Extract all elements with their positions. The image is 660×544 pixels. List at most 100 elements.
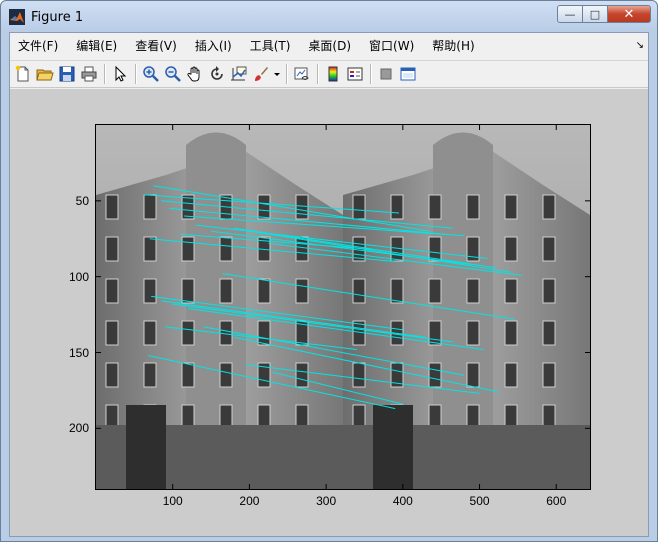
- menu-file[interactable]: 文件(F): [10, 33, 67, 59]
- figure-window: Figure 1 — □ ✕ 文件(F) 编辑(E) 查看(V) 插入(I) 工…: [0, 0, 658, 542]
- zoom-out-button[interactable]: [162, 63, 184, 85]
- window-pane: [428, 320, 442, 346]
- window-pane: [466, 320, 480, 346]
- window-pane: [105, 320, 119, 346]
- hide-plot-tools-button[interactable]: [375, 63, 397, 85]
- window-pane: [352, 362, 366, 388]
- menu-view[interactable]: 查看(V): [126, 33, 186, 59]
- save-icon: [59, 66, 75, 82]
- title-bar[interactable]: Figure 1 — □ ✕: [1, 1, 657, 33]
- new-figure-button[interactable]: [12, 63, 34, 85]
- window-pane: [181, 362, 195, 388]
- zoom-in-button[interactable]: [140, 63, 162, 85]
- x-tick-label: 600: [546, 494, 567, 508]
- image-axes[interactable]: [95, 124, 591, 490]
- window-pane: [542, 278, 556, 304]
- window-pane: [105, 194, 119, 220]
- close-button[interactable]: ✕: [607, 5, 651, 23]
- y-tick-label: 50: [75, 193, 89, 208]
- y-tick-label: 150: [68, 345, 89, 360]
- window-pane: [504, 236, 518, 262]
- print-icon: [81, 66, 97, 82]
- minimize-button[interactable]: —: [557, 5, 583, 23]
- menu-window[interactable]: 窗口(W): [360, 33, 423, 59]
- window-pane: [542, 194, 556, 220]
- window-pane: [257, 278, 271, 304]
- window-pane: [466, 278, 480, 304]
- window-pane: [143, 362, 157, 388]
- window-pane: [143, 236, 157, 262]
- maximize-button[interactable]: □: [582, 5, 608, 23]
- link-plot-icon: [294, 67, 309, 80]
- window-pane: [295, 278, 309, 304]
- pan-hand-icon: [187, 66, 200, 82]
- toolbar-separator: [286, 64, 287, 84]
- pointer-icon: [115, 65, 127, 82]
- zoom-out-icon: [165, 66, 181, 82]
- brush-dropdown-icon: [274, 73, 280, 76]
- window-pane: [143, 194, 157, 220]
- window-pane: [181, 236, 195, 262]
- y-tick-label: 100: [68, 269, 89, 284]
- brush-dropdown-button[interactable]: [272, 63, 282, 85]
- figure-client-area: 文件(F) 编辑(E) 查看(V) 插入(I) 工具(T) 桌面(D) 窗口(W…: [9, 32, 649, 537]
- open-file-icon: [36, 69, 54, 81]
- legend-icon: [347, 67, 363, 81]
- dock-arrow-icon[interactable]: ↘: [636, 40, 644, 51]
- window-pane: [504, 362, 518, 388]
- pan-button[interactable]: [184, 63, 206, 85]
- menu-bar: 文件(F) 编辑(E) 查看(V) 插入(I) 工具(T) 桌面(D) 窗口(W…: [10, 33, 648, 59]
- window-pane: [504, 278, 518, 304]
- brush-icon: [255, 67, 268, 81]
- x-tick-label: 400: [392, 494, 413, 508]
- x-tick-label: 100: [162, 494, 183, 508]
- window-pane: [504, 194, 518, 220]
- menu-desktop[interactable]: 桌面(D): [299, 33, 360, 59]
- window-controls: — □ ✕: [557, 5, 651, 23]
- figure-toolbar: [10, 60, 648, 88]
- legend-button[interactable]: [344, 63, 366, 85]
- window-pane: [295, 362, 309, 388]
- tree: [126, 405, 166, 489]
- data-cursor-icon: [231, 66, 247, 81]
- menu-insert[interactable]: 插入(I): [186, 33, 241, 59]
- open-file-button[interactable]: [34, 63, 56, 85]
- window-pane: [504, 320, 518, 346]
- rotate-3d-button[interactable]: [206, 63, 228, 85]
- new-figure-icon: [15, 65, 29, 82]
- save-button[interactable]: [56, 63, 78, 85]
- x-tick-label: 300: [316, 494, 337, 508]
- maximize-icon: □: [589, 7, 601, 21]
- right-photo: [343, 125, 590, 489]
- menu-tools[interactable]: 工具(T): [241, 33, 300, 59]
- pointer-button[interactable]: [109, 63, 131, 85]
- data-cursor-button[interactable]: [228, 63, 250, 85]
- window-pane: [542, 362, 556, 388]
- matlab-logo-icon: [9, 9, 25, 25]
- left-photo: [96, 125, 343, 489]
- window-pane: [352, 278, 366, 304]
- window-pane: [181, 320, 195, 346]
- print-button[interactable]: [78, 63, 100, 85]
- toolbar-separator: [104, 64, 105, 84]
- colorbar-button[interactable]: [322, 63, 344, 85]
- window-pane: [466, 194, 480, 220]
- show-plot-tools-button[interactable]: [397, 63, 419, 85]
- tree: [373, 405, 413, 489]
- minimize-icon: —: [564, 7, 576, 21]
- x-tick-label: 500: [469, 494, 490, 508]
- window-pane: [352, 194, 366, 220]
- window-pane: [428, 194, 442, 220]
- close-icon: ✕: [623, 6, 635, 22]
- menu-edit[interactable]: 编辑(E): [67, 33, 126, 59]
- window-pane: [105, 362, 119, 388]
- matched-features-plot: [96, 125, 590, 489]
- brush-button[interactable]: [250, 63, 272, 85]
- window-pane: [105, 236, 119, 262]
- window-title: Figure 1: [31, 10, 84, 25]
- window-pane: [219, 362, 233, 388]
- window-pane: [428, 278, 442, 304]
- window-pane: [542, 320, 556, 346]
- menu-help[interactable]: 帮助(H): [423, 33, 483, 59]
- link-plot-button[interactable]: [291, 63, 313, 85]
